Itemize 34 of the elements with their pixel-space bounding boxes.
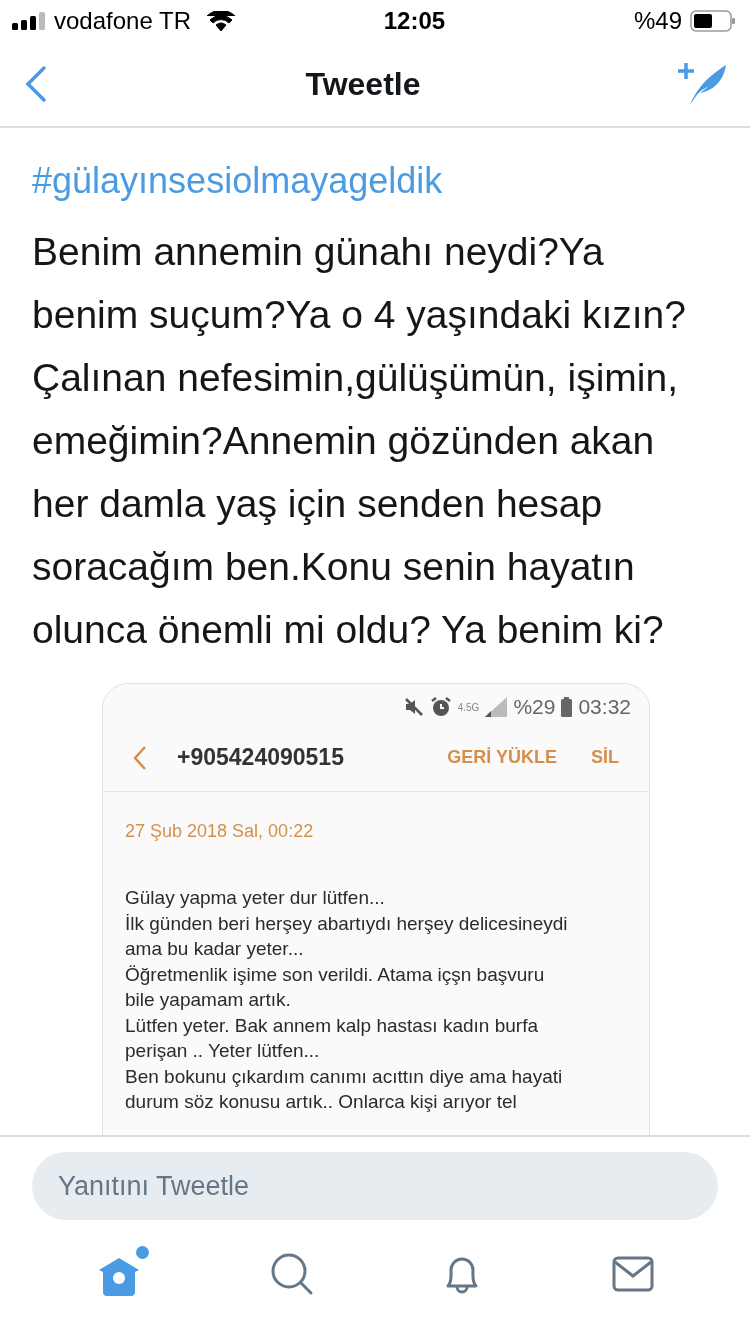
message-line: Gülay yapma yeter dur lütfen... — [125, 886, 386, 910]
signal-icon — [12, 12, 46, 30]
status-time: 12:05 — [383, 6, 446, 36]
hashtag-link[interactable]: #gülayınsesiolmayageldik — [32, 154, 443, 208]
status-time: 03:32 — [578, 694, 631, 721]
message-line: Öğretmenlik işime son verildi. Atama içşn başvuru — [125, 962, 546, 987]
back-button[interactable] — [24, 65, 48, 103]
message-line: İlk günden beri herşey abartıydı herşey delicesineydi — [125, 911, 569, 936]
back-icon — [133, 744, 147, 771]
battery-icon — [690, 10, 736, 32]
tweet-text: Benim annemin günahı neydi?Ya benim suçum?Ya o 4 yaşındaki kızın? Çalınan nefesimin,gülüşümün, işimin, emeğimin?Annemin gözünden akan her damla yaş için senden hesap soracağım ben.Konu senin hayatın olunca önemli mi oldu? Ya benim ki? — [32, 229, 687, 653]
screen-title: Tweetle — [305, 65, 421, 104]
alarm-icon — [429, 696, 452, 718]
message-line: ama bu kadar yeter... — [125, 937, 305, 961]
action-label: SİL — [591, 746, 619, 769]
message-line: bile yapamam artık. — [125, 988, 292, 1012]
message-line: Ben bokunu çıkardım canımı acıttın diye ama hayati — [125, 1064, 564, 1089]
battery-icon — [561, 697, 573, 717]
message-line: durum söz konusu artık.. Onlarca kişi arıyor tel — [125, 1090, 518, 1114]
search-icon — [269, 1252, 314, 1296]
message-date: 27 Şub 2018 Sal, 00:22 — [124, 820, 315, 843]
carrier-name: vodafone TR — [54, 6, 191, 36]
battery-percent: %29 — [513, 694, 556, 721]
contact-number: +905424090515 — [177, 743, 345, 773]
action-label: GERİ YÜKLE — [447, 746, 557, 769]
message-line: perişan .. Yeter lütfen... — [125, 1039, 321, 1063]
mute-icon — [403, 697, 424, 717]
battery-percent: %49 — [633, 6, 682, 36]
message-line: Lütfen yeter. Bak annem kalp hastası kadın burfa — [125, 1013, 539, 1038]
wifi-icon — [207, 11, 235, 31]
envelope-icon — [610, 1254, 655, 1294]
signal-icon — [485, 697, 508, 717]
network-type: 4.5G — [457, 700, 480, 715]
reply-field[interactable]: Yanıtını Tweetle — [32, 1152, 718, 1220]
